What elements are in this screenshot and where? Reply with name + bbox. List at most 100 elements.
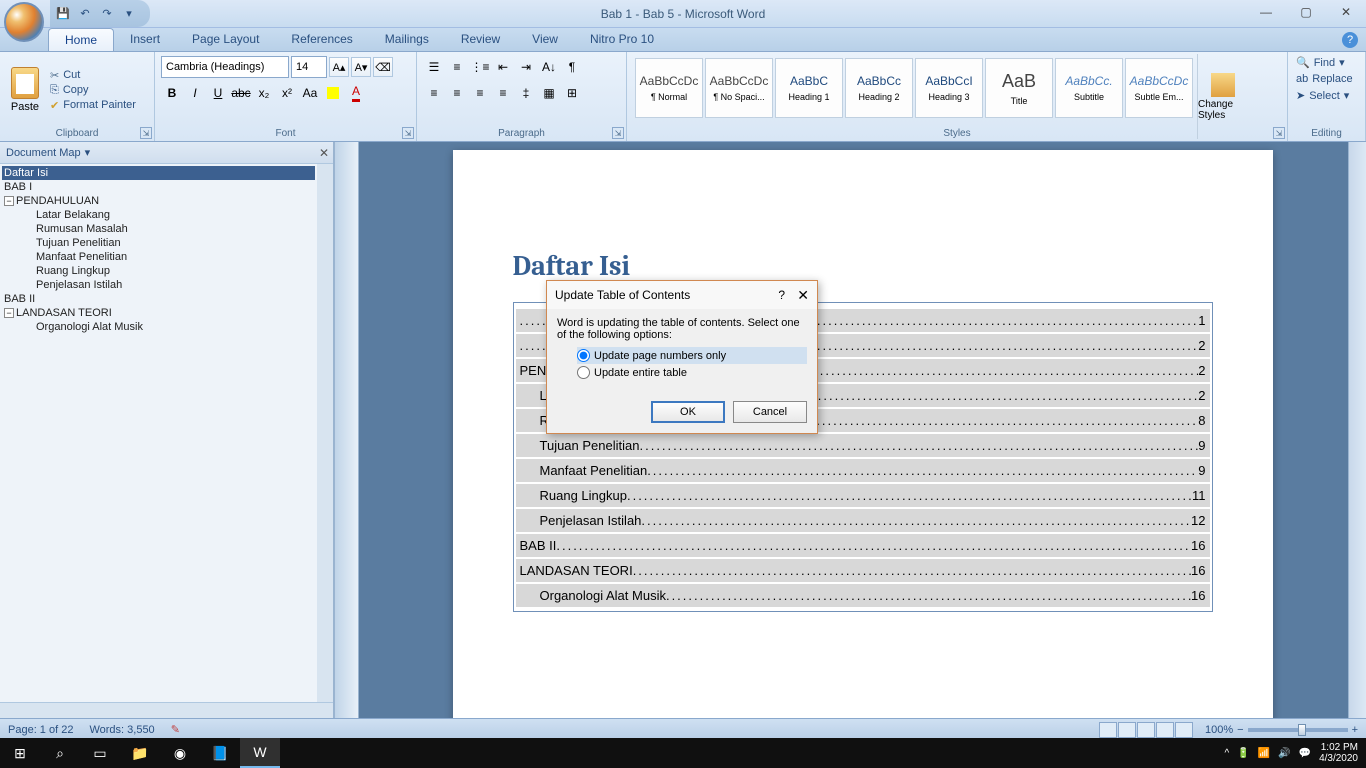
document-map-dropdown-icon[interactable]: ▾ xyxy=(85,146,91,159)
tree-collapse-icon[interactable]: − xyxy=(4,196,14,206)
word-taskbar-icon[interactable]: W xyxy=(240,738,280,768)
numbering-button[interactable]: ≡ xyxy=(446,56,468,78)
font-dialog-launcher[interactable]: ⇲ xyxy=(402,127,414,139)
tray-battery-icon[interactable]: 🔋 xyxy=(1237,748,1249,759)
tree-item[interactable]: BAB II xyxy=(2,292,315,306)
toc-entry[interactable]: Manfaat Penelitian......................… xyxy=(516,459,1210,482)
dialog-titlebar[interactable]: Update Table of Contents ? ✕ xyxy=(547,281,817,309)
style-heading-2[interactable]: AaBbCcHeading 2 xyxy=(845,58,913,118)
zoom-slider-thumb[interactable] xyxy=(1298,724,1306,736)
toc-entry[interactable]: Ruang Lingkup...........................… xyxy=(516,484,1210,507)
tab-insert[interactable]: Insert xyxy=(114,28,176,51)
save-icon[interactable]: 💾 xyxy=(54,5,72,23)
show-marks-button[interactable]: ¶ xyxy=(561,56,583,78)
superscript-button[interactable]: x² xyxy=(276,82,298,104)
style--no-spaci-[interactable]: AaBbCcDc¶ No Spaci... xyxy=(705,58,773,118)
tray-clock[interactable]: 1:02 PM 4/3/2020 xyxy=(1319,742,1358,764)
shading-button[interactable]: ▦ xyxy=(538,82,560,104)
start-button[interactable]: ⊞ xyxy=(0,738,40,768)
tree-item[interactable]: BAB I xyxy=(2,180,315,194)
document-map-scrollbar[interactable] xyxy=(317,164,333,702)
status-page[interactable]: Page: 1 of 22 xyxy=(8,724,73,736)
dialog-help-button[interactable]: ? xyxy=(778,288,785,302)
draft-view-button[interactable] xyxy=(1175,722,1193,738)
underline-button[interactable]: U xyxy=(207,82,229,104)
strikethrough-button[interactable]: abc xyxy=(230,82,252,104)
align-left-button[interactable]: ≡ xyxy=(423,82,445,104)
option-entire-table[interactable]: Update entire table xyxy=(577,364,807,381)
style-heading-3[interactable]: AaBbCcIHeading 3 xyxy=(915,58,983,118)
tab-home[interactable]: Home xyxy=(48,28,114,51)
tab-view[interactable]: View xyxy=(516,28,574,51)
tree-item[interactable]: −PENDAHULUAN xyxy=(2,194,315,208)
cancel-button[interactable]: Cancel xyxy=(733,401,807,423)
style--normal[interactable]: AaBbCcDc¶ Normal xyxy=(635,58,703,118)
line-spacing-button[interactable]: ‡ xyxy=(515,82,537,104)
tree-collapse-icon[interactable]: − xyxy=(4,308,14,318)
tree-item[interactable]: Penjelasan Istilah xyxy=(2,278,315,292)
zoom-slider[interactable] xyxy=(1248,728,1348,732)
select-button[interactable]: ➤Select ▾ xyxy=(1292,87,1361,104)
option-page-numbers-only[interactable]: Update page numbers only xyxy=(577,347,807,364)
copy-button[interactable]: ⎘Copy xyxy=(50,84,136,97)
radio-page-numbers-only[interactable] xyxy=(577,349,590,362)
align-center-button[interactable]: ≡ xyxy=(446,82,468,104)
status-words[interactable]: Words: 3,550 xyxy=(89,724,154,736)
chrome-icon[interactable]: ◉ xyxy=(160,738,200,768)
outline-view-button[interactable] xyxy=(1156,722,1174,738)
tree-item[interactable]: Manfaat Penelitian xyxy=(2,250,315,264)
tree-item[interactable]: Daftar Isi xyxy=(2,166,315,180)
style-title[interactable]: AaBTitle xyxy=(985,58,1053,118)
zoom-level[interactable]: 100% xyxy=(1205,724,1233,736)
grow-font-button[interactable]: A▴ xyxy=(329,57,349,77)
app-icon[interactable]: 📘 xyxy=(200,738,240,768)
tree-item[interactable]: Tujuan Penelitian xyxy=(2,236,315,250)
toc-entry[interactable]: BAB II..................................… xyxy=(516,534,1210,557)
tree-item[interactable]: −LANDASAN TEORI xyxy=(2,306,315,320)
dialog-close-button[interactable]: ✕ xyxy=(797,287,809,304)
cut-button[interactable]: ✂Cut xyxy=(50,69,136,82)
find-button[interactable]: 🔍Find ▾ xyxy=(1292,54,1361,71)
bold-button[interactable]: B xyxy=(161,82,183,104)
minimize-button[interactable]: — xyxy=(1254,2,1278,22)
tray-wifi-icon[interactable]: 📶 xyxy=(1258,748,1270,759)
paragraph-dialog-launcher[interactable]: ⇲ xyxy=(612,127,624,139)
undo-icon[interactable]: ↶ xyxy=(76,5,94,23)
office-button[interactable] xyxy=(4,2,44,42)
style-heading-1[interactable]: AaBbCHeading 1 xyxy=(775,58,843,118)
increase-indent-button[interactable]: ⇥ xyxy=(515,56,537,78)
help-icon[interactable]: ? xyxy=(1342,32,1358,48)
style-gallery[interactable]: AaBbCcDc¶ NormalAaBbCcDc¶ No Spaci...AaB… xyxy=(631,54,1197,126)
toc-entry[interactable]: Penjelasan Istilah......................… xyxy=(516,509,1210,532)
clear-formatting-button[interactable]: ⌫ xyxy=(373,57,393,77)
style-subtle-em-[interactable]: AaBbCcDcSubtle Em... xyxy=(1125,58,1193,118)
align-right-button[interactable]: ≡ xyxy=(469,82,491,104)
change-styles-button[interactable]: Change Styles xyxy=(1197,54,1247,139)
font-color-button[interactable]: A xyxy=(345,82,367,104)
styles-dialog-launcher[interactable]: ⇲ xyxy=(1273,127,1285,139)
tab-mailings[interactable]: Mailings xyxy=(369,28,445,51)
tray-chevron-icon[interactable]: ^ xyxy=(1225,748,1230,759)
document-map-tree[interactable]: Daftar IsiBAB I−PENDAHULUANLatar Belakan… xyxy=(0,164,317,702)
zoom-out-button[interactable]: − xyxy=(1237,724,1243,736)
zoom-in-button[interactable]: + xyxy=(1352,724,1358,736)
decrease-indent-button[interactable]: ⇤ xyxy=(492,56,514,78)
redo-icon[interactable]: ↷ xyxy=(98,5,116,23)
tree-item[interactable]: Ruang Lingkup xyxy=(2,264,315,278)
ok-button[interactable]: OK xyxy=(651,401,725,423)
qat-customize-icon[interactable]: ▾ xyxy=(120,5,138,23)
tab-references[interactable]: References xyxy=(275,28,368,51)
full-screen-view-button[interactable] xyxy=(1118,722,1136,738)
justify-button[interactable]: ≡ xyxy=(492,82,514,104)
task-view-button[interactable]: ▭ xyxy=(80,738,120,768)
borders-button[interactable]: ⊞ xyxy=(561,82,583,104)
multilevel-list-button[interactable]: ⋮≡ xyxy=(469,56,491,78)
toc-entry[interactable]: LANDASAN TEORI..........................… xyxy=(516,559,1210,582)
document-area[interactable]: Daftar Isi .............................… xyxy=(335,142,1366,718)
tray-volume-icon[interactable]: 🔊 xyxy=(1278,748,1290,759)
highlight-button[interactable] xyxy=(322,82,344,104)
clipboard-dialog-launcher[interactable]: ⇲ xyxy=(140,127,152,139)
tree-item[interactable]: Latar Belakang xyxy=(2,208,315,222)
tab-page-layout[interactable]: Page Layout xyxy=(176,28,275,51)
subscript-button[interactable]: x₂ xyxy=(253,82,275,104)
